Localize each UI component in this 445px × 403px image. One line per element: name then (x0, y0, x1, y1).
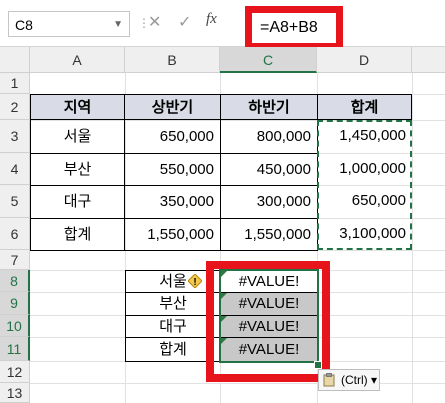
row-header-9[interactable]: 9 (0, 292, 30, 315)
column-header-d[interactable]: D (317, 47, 412, 73)
formula-input[interactable]: =A8+B8 (245, 6, 343, 50)
table-cell[interactable]: 서울 (30, 119, 125, 154)
chevron-down-icon[interactable]: ▼ (113, 12, 123, 38)
highlight-box (206, 261, 330, 382)
table-cell[interactable]: 350,000 (124, 185, 221, 219)
row-header-6[interactable]: 6 (0, 218, 30, 250)
row-header-13[interactable]: 13 (0, 383, 30, 403)
table-cell[interactable]: 1,550,000 (220, 218, 318, 251)
paste-options-label: (Ctrl) (341, 373, 368, 387)
name-box[interactable]: C8 ▼ (8, 11, 130, 37)
column-header-b[interactable]: B (125, 47, 220, 73)
table-cell[interactable]: 대구 (30, 185, 125, 219)
column-header-c[interactable]: C (220, 47, 317, 73)
row-header-10[interactable]: 10 (0, 315, 30, 337)
chevron-down-icon: ▾ (371, 373, 378, 387)
row-header-1[interactable]: 1 (0, 73, 30, 94)
table-cell[interactable]: 300,000 (220, 185, 318, 219)
table-cell[interactable]: 650,000 (124, 119, 221, 154)
name-box-value: C8 (15, 17, 33, 33)
select-all-corner[interactable] (0, 47, 30, 73)
table-header-first-half[interactable]: 상반기 (124, 94, 221, 120)
row-header-8[interactable]: 8 (0, 270, 30, 292)
row-header-11[interactable]: 11 (0, 337, 30, 361)
row-header-2[interactable]: 2 (0, 94, 30, 120)
gridline (30, 383, 445, 384)
table-cell[interactable]: 합계 (30, 218, 125, 251)
gridline (412, 73, 413, 403)
insert-function-icon[interactable]: fx (206, 11, 217, 28)
clipboard-icon (323, 373, 335, 387)
table-header-second-half[interactable]: 하반기 (220, 94, 318, 120)
enter-icon[interactable]: ✓ (178, 12, 191, 32)
warning-icon[interactable]: ! (188, 274, 202, 288)
row-header-3[interactable]: 3 (0, 120, 30, 153)
row-header-12[interactable]: 12 (0, 361, 30, 383)
column-header-a[interactable]: A (30, 47, 125, 73)
row-header-4[interactable]: 4 (0, 153, 30, 185)
table-header-region[interactable]: 지역 (30, 94, 125, 120)
paste-options-button[interactable]: (Ctrl) ▾ (318, 369, 380, 391)
table-cell[interactable]: 550,000 (124, 153, 221, 186)
table-cell[interactable]: 1,550,000 (124, 218, 221, 251)
table-cell[interactable]: 부산 (30, 153, 125, 186)
table-cell[interactable]: 800,000 (220, 119, 318, 154)
copy-selection-marquee (317, 120, 412, 250)
row-header-5[interactable]: 5 (0, 185, 30, 218)
table-header-total[interactable]: 합계 (317, 94, 412, 120)
column-header-e-partial[interactable] (412, 47, 445, 73)
table-cell[interactable]: 450,000 (220, 153, 318, 186)
svg-text:!: ! (193, 277, 196, 288)
row-header-7[interactable]: 7 (0, 250, 30, 270)
cancel-icon[interactable]: ✕ (148, 12, 161, 32)
formula-bar: C8 ▼ ⋮ ✕ ✓ fx =A8+B8 (0, 0, 445, 50)
